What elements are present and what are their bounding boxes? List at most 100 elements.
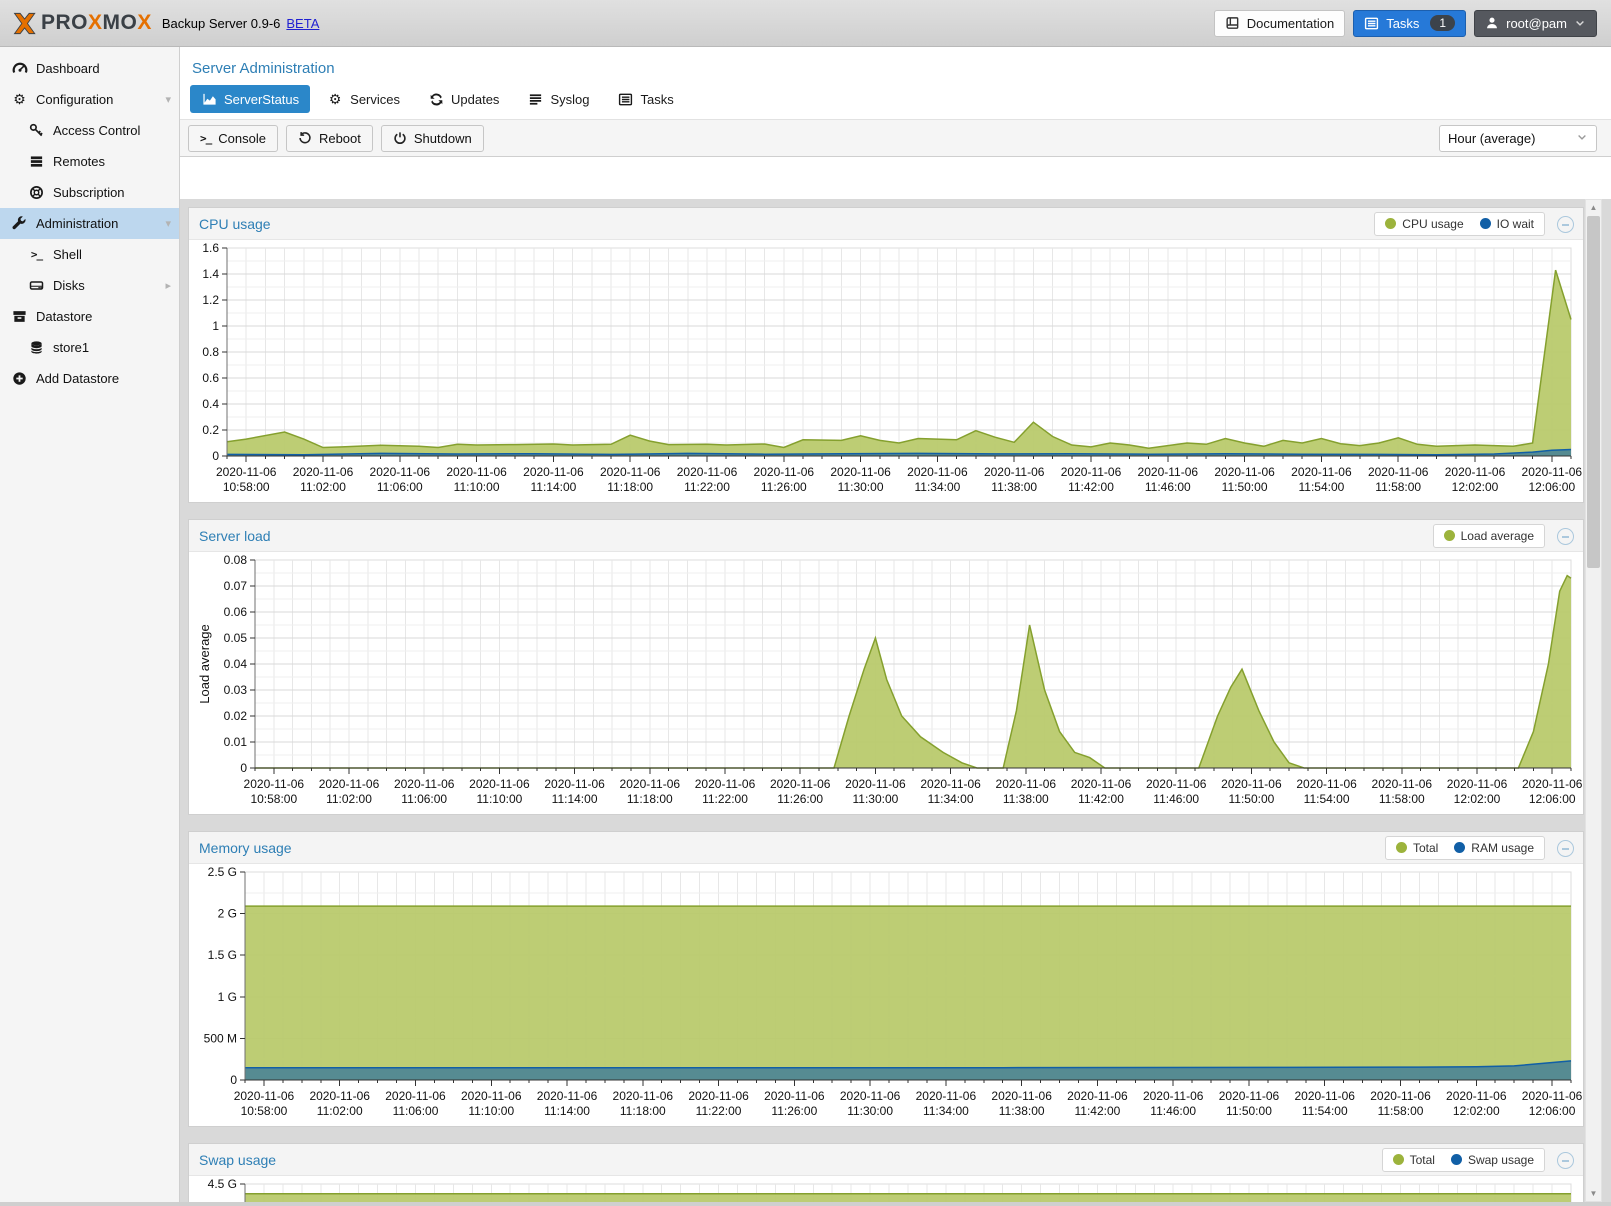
legend-item-cpu-usage[interactable]: CPU usage: [1385, 217, 1463, 231]
memory-usage-panel-header: Memory usage Total RAM usage: [189, 832, 1583, 864]
svg-text:2020-11-06: 2020-11-06: [293, 465, 354, 479]
svg-text:2020-11-06: 2020-11-06: [394, 777, 455, 791]
svg-text:1.6: 1.6: [202, 241, 219, 255]
sidebar-item-dashboard[interactable]: Dashboard: [0, 53, 179, 84]
beta-link[interactable]: BETA: [286, 16, 319, 31]
svg-text:1.2: 1.2: [202, 293, 219, 307]
svg-text:2020-11-06: 2020-11-06: [309, 1089, 370, 1103]
sidebar-item-configuration[interactable]: ⚙ Configuration ▾: [0, 84, 179, 115]
chart-legend: CPU usage IO wait: [1374, 212, 1545, 236]
collapse-panel-icon[interactable]: [1557, 1152, 1574, 1169]
chevron-down-icon[interactable]: ▾: [165, 217, 171, 230]
cpu-usage-chart: 00.20.40.60.811.21.41.62020-11-0610:58:0…: [189, 240, 1583, 502]
svg-text:1: 1: [212, 319, 219, 333]
chevron-down-icon: [1576, 131, 1588, 146]
power-icon: [393, 131, 407, 145]
legend-item-ram-usage[interactable]: RAM usage: [1454, 841, 1534, 855]
user-icon: [1485, 16, 1499, 30]
svg-text:11:30:00: 11:30:00: [852, 792, 898, 806]
server-load-chart: 00.010.020.030.040.050.060.070.082020-11…: [189, 552, 1583, 814]
svg-text:2020-11-06: 2020-11-06: [1296, 777, 1357, 791]
svg-text:11:02:00: 11:02:00: [326, 792, 372, 806]
shutdown-button[interactable]: Shutdown: [381, 125, 484, 152]
documentation-button[interactable]: Documentation: [1214, 10, 1345, 37]
svg-text:2020-11-06: 2020-11-06: [830, 465, 891, 479]
tab-serverstatus[interactable]: ServerStatus: [190, 85, 310, 113]
svg-text:12:02:00: 12:02:00: [1453, 1104, 1500, 1118]
reboot-button[interactable]: Reboot: [286, 125, 373, 152]
header-actions: Documentation Tasks 1 root@pam: [1214, 10, 1597, 37]
time-range-select[interactable]: Hour (average): [1439, 125, 1597, 152]
svg-text:2020-11-06: 2020-11-06: [1146, 777, 1207, 791]
svg-text:2020-11-06: 2020-11-06: [677, 465, 738, 479]
svg-text:11:22:00: 11:22:00: [696, 1104, 742, 1118]
svg-text:0.2: 0.2: [202, 423, 219, 437]
legend-dot: [1451, 1154, 1462, 1165]
scrollbar-thumb[interactable]: [1587, 216, 1600, 568]
memory-usage-panel: Memory usage Total RAM usage 0500 M1 G1.…: [188, 831, 1584, 1127]
scroll-down-arrow[interactable]: ▼: [1586, 1186, 1601, 1201]
collapse-panel-icon[interactable]: [1557, 528, 1574, 545]
svg-text:0.6: 0.6: [202, 371, 219, 385]
user-menu-button[interactable]: root@pam: [1474, 10, 1597, 37]
sidebar-item-store1[interactable]: store1: [0, 332, 179, 363]
terminal-icon: >_: [200, 132, 211, 145]
sidebar-item-add-datastore[interactable]: Add Datastore: [0, 363, 179, 394]
tab-tasks[interactable]: Tasks: [606, 85, 684, 113]
svg-text:2020-11-06: 2020-11-06: [537, 1089, 598, 1103]
chevron-down-icon: [1574, 17, 1586, 29]
svg-text:11:46:00: 11:46:00: [1150, 1104, 1196, 1118]
cpu-usage-panel-header: CPU usage CPU usage IO wait: [189, 208, 1583, 240]
collapse-panel-icon[interactable]: [1557, 840, 1574, 857]
sidebar-item-administration[interactable]: Administration ▾: [0, 208, 179, 239]
sidebar-item-access-control[interactable]: Access Control: [0, 115, 179, 146]
legend-item-io-wait[interactable]: IO wait: [1480, 217, 1534, 231]
svg-text:500 M: 500 M: [204, 1031, 237, 1045]
svg-text:2020-11-06: 2020-11-06: [1368, 465, 1429, 479]
svg-text:2020-11-06: 2020-11-06: [461, 1089, 522, 1103]
legend-dot: [1480, 218, 1491, 229]
collapse-panel-icon[interactable]: [1557, 216, 1574, 233]
tasks-button[interactable]: Tasks 1: [1353, 10, 1466, 37]
archive-box-icon: [11, 309, 28, 325]
sidebar-item-datastore[interactable]: Datastore: [0, 301, 179, 332]
sidebar-item-shell[interactable]: >_ Shell: [0, 239, 179, 270]
svg-text:11:38:00: 11:38:00: [991, 480, 1037, 494]
sidebar-item-remotes[interactable]: Remotes: [0, 146, 179, 177]
svg-text:12:02:00: 12:02:00: [1452, 480, 1499, 494]
console-button[interactable]: >_ Console: [188, 125, 278, 152]
app-version-text: Backup Server 0.9-6: [162, 16, 281, 31]
cpu-usage-panel: CPU usage CPU usage IO wait 00.20.40.60.…: [188, 207, 1584, 503]
legend-item-total[interactable]: Total: [1396, 841, 1438, 855]
svg-text:11:50:00: 11:50:00: [1226, 1104, 1272, 1118]
list-alt-icon: [617, 91, 633, 107]
svg-text:2020-11-06: 2020-11-06: [920, 777, 981, 791]
vertical-scrollbar[interactable]: ▲ ▼: [1585, 199, 1602, 1202]
scroll-up-arrow[interactable]: ▲: [1586, 200, 1601, 215]
svg-text:1.5 G: 1.5 G: [208, 948, 237, 962]
svg-text:2020-11-06: 2020-11-06: [845, 777, 906, 791]
svg-text:11:34:00: 11:34:00: [923, 1104, 969, 1118]
tab-services[interactable]: ⚙ Services: [316, 85, 411, 113]
svg-text:2020-11-06: 2020-11-06: [770, 777, 831, 791]
brand-text: PROXMOX: [41, 11, 152, 35]
legend-item-total[interactable]: Total: [1393, 1153, 1435, 1167]
svg-text:2020-11-06: 2020-11-06: [1372, 777, 1433, 791]
refresh-icon: [428, 91, 444, 107]
svg-text:0.4: 0.4: [202, 397, 219, 411]
panel-title: Swap usage: [199, 1152, 276, 1168]
sidebar-item-subscription[interactable]: Subscription: [0, 177, 179, 208]
server-list-icon: [28, 154, 45, 170]
chevron-right-icon[interactable]: ▸: [165, 279, 171, 292]
svg-text:11:22:00: 11:22:00: [702, 792, 748, 806]
svg-text:2020-11-06: 2020-11-06: [1214, 465, 1275, 479]
tab-syslog[interactable]: Syslog: [516, 85, 600, 113]
app-header: PROXMOX Backup Server 0.9-6 BETA Documen…: [0, 0, 1611, 47]
charts-area: CPU usage CPU usage IO wait 00.20.40.60.…: [180, 199, 1611, 1202]
chevron-down-icon[interactable]: ▾: [165, 93, 171, 106]
tab-updates[interactable]: Updates: [417, 85, 510, 113]
svg-text:4.5 G: 4.5 G: [208, 1177, 237, 1191]
legend-item-load-average[interactable]: Load average: [1444, 529, 1534, 543]
legend-item-swap-usage[interactable]: Swap usage: [1451, 1153, 1534, 1167]
sidebar-item-disks[interactable]: Disks ▸: [0, 270, 179, 301]
